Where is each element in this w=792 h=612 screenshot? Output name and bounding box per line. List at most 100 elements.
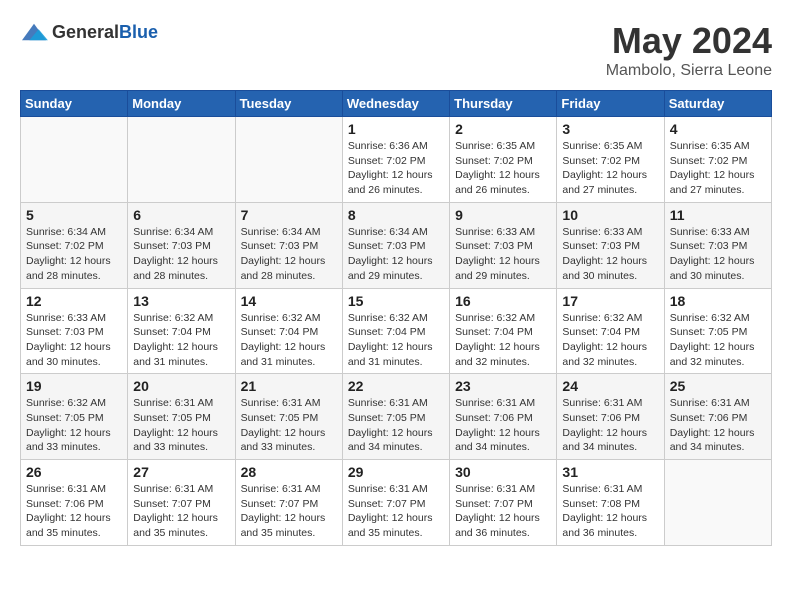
day-info: Sunrise: 6:34 AM Sunset: 7:02 PM Dayligh… [26,225,122,284]
day-info: Sunrise: 6:33 AM Sunset: 7:03 PM Dayligh… [670,225,766,284]
day-number: 21 [241,378,337,394]
calendar-day-18: 18 Sunrise: 6:32 AM Sunset: 7:05 PM Dayli… [664,288,771,374]
day-info: Sunrise: 6:33 AM Sunset: 7:03 PM Dayligh… [26,311,122,370]
day-number: 18 [670,293,766,309]
weekday-header-sunday: Sunday [21,91,128,117]
day-info: Sunrise: 6:32 AM Sunset: 7:05 PM Dayligh… [670,311,766,370]
day-info: Sunrise: 6:31 AM Sunset: 7:08 PM Dayligh… [562,482,658,541]
calendar-week-row: 5 Sunrise: 6:34 AM Sunset: 7:02 PM Daylig… [21,202,772,288]
day-number: 23 [455,378,551,394]
calendar-day-24: 24Sunrise: 6:31 AM Sunset: 7:06 PM Dayli… [557,374,664,460]
calendar-day-22: 22 Sunrise: 6:31 AM Sunset: 7:05 PM Dayli… [342,374,449,460]
day-number: 11 [670,207,766,223]
empty-day-cell [664,460,771,546]
logo: GeneralBlue [20,20,158,44]
day-number: 2 [455,121,551,137]
day-info: Sunrise: 6:34 AM Sunset: 7:03 PM Dayligh… [133,225,229,284]
day-info: Sunrise: 6:31 AM Sunset: 7:07 PM Dayligh… [348,482,444,541]
calendar-day-8: 8Sunrise: 6:34 AM Sunset: 7:03 PM Daylig… [342,202,449,288]
calendar-day-26: 26 Sunrise: 6:31 AM Sunset: 7:06 PM Dayli… [21,460,128,546]
weekday-header-friday: Friday [557,91,664,117]
calendar-day-21: 21Sunrise: 6:31 AM Sunset: 7:05 PM Dayli… [235,374,342,460]
day-number: 31 [562,464,658,480]
day-info: Sunrise: 6:32 AM Sunset: 7:04 PM Dayligh… [455,311,551,370]
page-header: GeneralBlue May 2024 Mambolo, Sierra Leo… [20,20,772,80]
day-number: 19 [26,378,122,394]
empty-day-cell [235,117,342,203]
calendar-day-29: 29 Sunrise: 6:31 AM Sunset: 7:07 PM Dayli… [342,460,449,546]
day-number: 28 [241,464,337,480]
day-number: 8 [348,207,444,223]
day-info: Sunrise: 6:32 AM Sunset: 7:04 PM Dayligh… [133,311,229,370]
location-title: Mambolo, Sierra Leone [606,62,772,80]
day-info: Sunrise: 6:32 AM Sunset: 7:04 PM Dayligh… [562,311,658,370]
calendar-day-30: 30Sunrise: 6:31 AM Sunset: 7:07 PM Dayli… [450,460,557,546]
day-info: Sunrise: 6:31 AM Sunset: 7:06 PM Dayligh… [455,396,551,455]
calendar-day-13: 13 Sunrise: 6:32 AM Sunset: 7:04 PM Dayli… [128,288,235,374]
day-info: Sunrise: 6:32 AM Sunset: 7:05 PM Dayligh… [26,396,122,455]
day-number: 29 [348,464,444,480]
day-info: Sunrise: 6:33 AM Sunset: 7:03 PM Dayligh… [562,225,658,284]
calendar-week-row: 1 Sunrise: 6:36 AM Sunset: 7:02 PM Daylig… [21,117,772,203]
calendar-day-6: 6 Sunrise: 6:34 AM Sunset: 7:03 PM Daylig… [128,202,235,288]
day-number: 27 [133,464,229,480]
weekday-header-monday: Monday [128,91,235,117]
day-number: 25 [670,378,766,394]
calendar-day-28: 28Sunrise: 6:31 AM Sunset: 7:07 PM Dayli… [235,460,342,546]
calendar-day-5: 5 Sunrise: 6:34 AM Sunset: 7:02 PM Daylig… [21,202,128,288]
day-number: 5 [26,207,122,223]
day-number: 20 [133,378,229,394]
calendar-day-9: 9 Sunrise: 6:33 AM Sunset: 7:03 PM Daylig… [450,202,557,288]
day-number: 26 [26,464,122,480]
calendar-day-27: 27 Sunrise: 6:31 AM Sunset: 7:07 PM Dayli… [128,460,235,546]
calendar-day-25: 25 Sunrise: 6:31 AM Sunset: 7:06 PM Dayli… [664,374,771,460]
month-title: May 2024 [606,20,772,62]
calendar-week-row: 19 Sunrise: 6:32 AM Sunset: 7:05 PM Dayli… [21,374,772,460]
calendar-day-1: 1 Sunrise: 6:36 AM Sunset: 7:02 PM Daylig… [342,117,449,203]
day-info: Sunrise: 6:35 AM Sunset: 7:02 PM Dayligh… [670,139,766,198]
day-number: 3 [562,121,658,137]
calendar-day-2: 2 Sunrise: 6:35 AM Sunset: 7:02 PM Daylig… [450,117,557,203]
day-number: 17 [562,293,658,309]
day-info: Sunrise: 6:35 AM Sunset: 7:02 PM Dayligh… [455,139,551,198]
day-info: Sunrise: 6:31 AM Sunset: 7:07 PM Dayligh… [133,482,229,541]
calendar-day-17: 17 Sunrise: 6:32 AM Sunset: 7:04 PM Dayli… [557,288,664,374]
day-info: Sunrise: 6:36 AM Sunset: 7:02 PM Dayligh… [348,139,444,198]
calendar-day-15: 15Sunrise: 6:32 AM Sunset: 7:04 PM Dayli… [342,288,449,374]
day-number: 30 [455,464,551,480]
day-info: Sunrise: 6:34 AM Sunset: 7:03 PM Dayligh… [241,225,337,284]
day-number: 12 [26,293,122,309]
day-number: 1 [348,121,444,137]
day-number: 10 [562,207,658,223]
calendar-week-row: 26 Sunrise: 6:31 AM Sunset: 7:06 PM Dayli… [21,460,772,546]
day-number: 13 [133,293,229,309]
day-number: 16 [455,293,551,309]
calendar-day-19: 19 Sunrise: 6:32 AM Sunset: 7:05 PM Dayli… [21,374,128,460]
calendar-day-4: 4Sunrise: 6:35 AM Sunset: 7:02 PM Daylig… [664,117,771,203]
day-number: 15 [348,293,444,309]
day-number: 14 [241,293,337,309]
day-info: Sunrise: 6:33 AM Sunset: 7:03 PM Dayligh… [455,225,551,284]
day-info: Sunrise: 6:31 AM Sunset: 7:05 PM Dayligh… [348,396,444,455]
calendar-week-row: 12 Sunrise: 6:33 AM Sunset: 7:03 PM Dayli… [21,288,772,374]
day-info: Sunrise: 6:35 AM Sunset: 7:02 PM Dayligh… [562,139,658,198]
calendar-day-10: 10 Sunrise: 6:33 AM Sunset: 7:03 PM Dayli… [557,202,664,288]
logo-icon [20,20,48,44]
weekday-header-tuesday: Tuesday [235,91,342,117]
day-number: 22 [348,378,444,394]
calendar-day-3: 3 Sunrise: 6:35 AM Sunset: 7:02 PM Daylig… [557,117,664,203]
calendar-table: SundayMondayTuesdayWednesdayThursdayFrid… [20,90,772,546]
empty-day-cell [128,117,235,203]
logo-general: GeneralBlue [52,22,158,43]
calendar-day-20: 20 Sunrise: 6:31 AM Sunset: 7:05 PM Dayli… [128,374,235,460]
day-info: Sunrise: 6:31 AM Sunset: 7:06 PM Dayligh… [26,482,122,541]
calendar-day-31: 31 Sunrise: 6:31 AM Sunset: 7:08 PM Dayli… [557,460,664,546]
calendar-day-16: 16 Sunrise: 6:32 AM Sunset: 7:04 PM Dayli… [450,288,557,374]
calendar-day-11: 11 Sunrise: 6:33 AM Sunset: 7:03 PM Dayli… [664,202,771,288]
day-info: Sunrise: 6:31 AM Sunset: 7:06 PM Dayligh… [670,396,766,455]
day-number: 6 [133,207,229,223]
day-number: 9 [455,207,551,223]
day-info: Sunrise: 6:31 AM Sunset: 7:05 PM Dayligh… [133,396,229,455]
weekday-header-saturday: Saturday [664,91,771,117]
empty-day-cell [21,117,128,203]
